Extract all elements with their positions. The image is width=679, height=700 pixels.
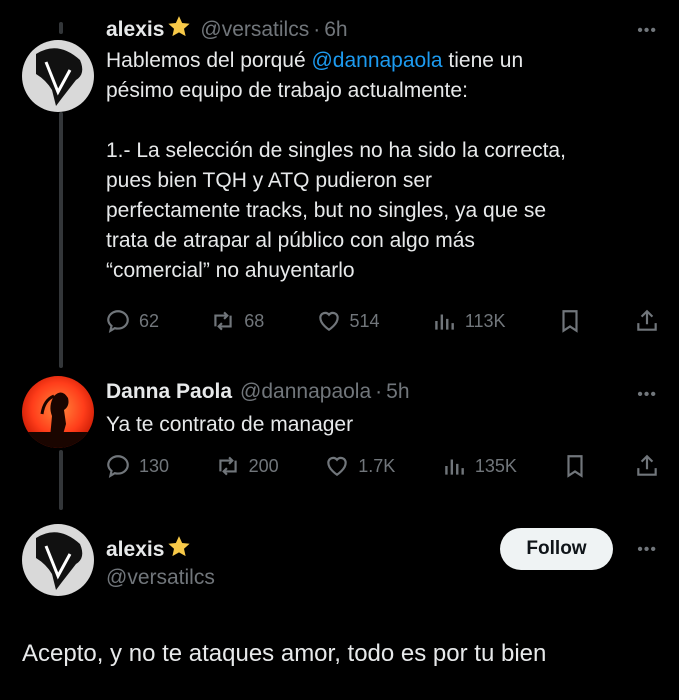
reply-icon — [107, 310, 129, 333]
like-count: 1.7K — [358, 455, 396, 476]
author-name[interactable]: alexis — [106, 538, 164, 562]
reply-count: 130 — [139, 455, 170, 476]
like-icon — [327, 456, 347, 476]
tweet2-text: Ya te contrato de manager — [106, 413, 354, 436]
retweet-button[interactable]: 200 — [215, 453, 279, 479]
reply-button[interactable]: 130 — [105, 453, 169, 479]
follow-button[interactable]: Follow — [500, 528, 613, 570]
tweet1-actions: 62 68 514 113K — [105, 308, 660, 334]
reply-icon — [107, 455, 129, 478]
tweet1-text-rest: tiene un pésimo equipo de trabajo actual… — [106, 49, 566, 282]
reply-button[interactable]: 62 — [105, 308, 159, 334]
avatar-alexis[interactable] — [22, 524, 94, 596]
mention-link[interactable]: @dannapaola — [311, 49, 442, 72]
views-icon — [435, 314, 454, 330]
avatar-alexis[interactable] — [22, 40, 94, 112]
like-button[interactable]: 1.7K — [324, 453, 395, 479]
share-button[interactable] — [634, 453, 660, 479]
like-icon — [318, 311, 339, 331]
more-options-icon[interactable]: ••• — [637, 386, 657, 404]
retweet-icon — [218, 456, 237, 476]
bookmark-icon — [567, 455, 584, 478]
author-name[interactable]: Danna Paola — [106, 380, 232, 404]
separator: · — [313, 18, 321, 41]
more-options-icon[interactable]: ••• — [637, 22, 657, 40]
views-count: 135K — [474, 455, 517, 476]
tweet1-text-start: Hablemos del porqué — [106, 49, 312, 72]
share-button[interactable] — [634, 308, 660, 334]
reply-count: 62 — [139, 310, 160, 331]
avatar-danna-paola[interactable] — [22, 376, 94, 448]
views-button[interactable]: 113K — [431, 308, 506, 334]
author-handle[interactable]: @versatilcs — [106, 566, 215, 590]
bookmark-button[interactable] — [557, 308, 583, 334]
bookmark-button[interactable] — [562, 453, 588, 479]
tweet3-text: Acepto, y no te ataques amor, todo es po… — [22, 640, 547, 667]
tweet2-actions: 130 200 1.7K 135K — [105, 453, 660, 479]
author-handle[interactable]: @versatilcs — [200, 18, 309, 42]
like-button[interactable]: 514 — [316, 308, 380, 334]
star-icon — [166, 14, 192, 46]
like-count: 514 — [349, 310, 380, 331]
tweet1-header: alexis @versatilcs · 6h — [106, 14, 348, 46]
tweet2-header: Danna Paola @dannapaola · 5h — [106, 380, 410, 404]
separator: · — [375, 380, 383, 403]
views-count: 113K — [464, 310, 506, 331]
bookmark-icon — [562, 310, 578, 333]
views-icon — [445, 459, 464, 475]
author-name[interactable]: alexis — [106, 18, 164, 42]
share-icon — [637, 309, 657, 331]
tweet3-handle-row: @versatilcs — [106, 566, 215, 590]
thread-line-1 — [59, 22, 63, 34]
thread-line-3 — [59, 450, 63, 510]
star-icon — [166, 534, 192, 566]
timestamp[interactable]: 6h — [324, 18, 347, 42]
author-handle[interactable]: @dannapaola — [240, 380, 371, 404]
retweet-count: 68 — [244, 310, 265, 331]
tweet3-header: alexis — [106, 534, 200, 566]
timestamp[interactable]: 5h — [386, 380, 409, 404]
more-options-icon[interactable]: ••• — [637, 541, 657, 559]
share-icon — [637, 454, 657, 476]
views-button[interactable]: 135K — [441, 453, 517, 479]
thread-line-2 — [59, 112, 63, 368]
tweet1-text: Hablemos del porqué @dannapaola tiene un… — [106, 46, 666, 286]
retweet-button[interactable]: 68 — [210, 308, 264, 334]
retweet-count: 200 — [248, 455, 279, 476]
retweet-icon — [214, 311, 232, 331]
